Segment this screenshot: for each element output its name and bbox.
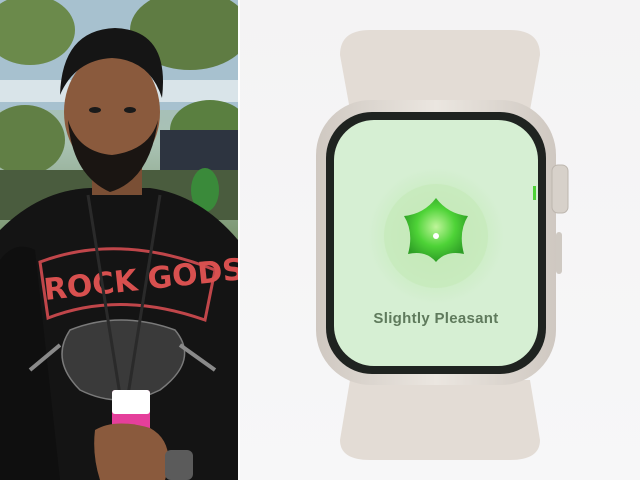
side-button[interactable] — [556, 232, 562, 274]
eye — [124, 107, 136, 113]
wrist-watch — [165, 450, 193, 480]
watch-band-top — [340, 30, 540, 110]
person-photo-art: ROCK GODS — [0, 0, 238, 480]
watch-band-bottom — [340, 380, 540, 460]
mood-label: Slightly Pleasant — [373, 310, 499, 327]
lanyard-badge-top — [112, 390, 150, 414]
watch-photo: Slightly Pleasant — [240, 0, 640, 480]
digital-crown[interactable] — [551, 164, 569, 214]
mood-center-dot — [433, 233, 439, 239]
mic-indicator — [533, 186, 536, 200]
watch-art — [316, 30, 569, 460]
tree — [0, 105, 65, 175]
person-photo: ROCK GODS — [0, 0, 238, 480]
eye — [89, 107, 101, 113]
